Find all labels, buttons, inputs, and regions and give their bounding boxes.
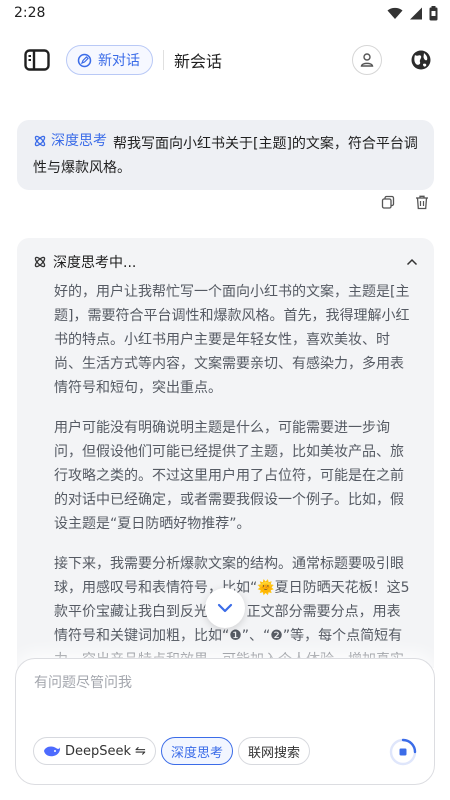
copy-icon xyxy=(381,195,395,209)
composer: DeepSeek ⇋ 深度思考 联网搜索 xyxy=(15,658,435,785)
header-divider xyxy=(163,50,164,70)
model-label: DeepSeek xyxy=(65,743,132,759)
swap-icon: ⇋ xyxy=(135,743,146,759)
thinking-header[interactable]: 深度思考中... xyxy=(17,238,434,276)
message-actions xyxy=(380,194,430,210)
thinking-paragraph: 好的，用户让我帮忙写一个面向小红书的文案，主题是[主题]，需要符合平台调性和爆款… xyxy=(54,284,410,396)
status-bar: 2:28 xyxy=(0,0,450,26)
signal-icon xyxy=(410,7,422,19)
session-title: 新会话 xyxy=(174,52,223,71)
scroll-to-bottom-button[interactable] xyxy=(205,588,245,628)
collapse-button[interactable] xyxy=(404,254,420,270)
model-selector-button[interactable]: DeepSeek ⇋ xyxy=(33,737,156,765)
copy-button[interactable] xyxy=(380,194,396,210)
deep-think-tag-label: 深度思考 xyxy=(51,133,107,149)
chevron-up-icon xyxy=(406,258,418,266)
new-chat-button[interactable]: 新对话 xyxy=(66,45,153,75)
sidebar-toggle-button[interactable] xyxy=(22,45,52,75)
atom-icon xyxy=(34,135,46,147)
status-time: 2:28 xyxy=(14,5,46,21)
web-search-toggle[interactable]: 联网搜索 xyxy=(237,737,310,765)
deep-think-label: 深度思考 xyxy=(170,745,223,761)
chevron-down-icon xyxy=(217,603,233,613)
top-bar: 新对话 新会话 xyxy=(0,38,450,82)
delete-button[interactable] xyxy=(414,194,430,210)
deep-think-toggle[interactable]: 深度思考 xyxy=(160,737,233,765)
battery-icon xyxy=(429,5,438,20)
composer-tools: DeepSeek ⇋ 深度思考 联网搜索 xyxy=(33,737,310,765)
trash-icon xyxy=(416,195,428,209)
wifi-icon xyxy=(387,7,403,19)
user-icon xyxy=(360,53,374,67)
stop-spinner-icon xyxy=(389,738,417,766)
profile-button[interactable] xyxy=(352,45,382,75)
new-chat-label: 新对话 xyxy=(98,53,140,69)
user-message-bubble: 深度思考 帮我写面向小红书关于[主题]的文案，符合平台调性与爆款风格。 xyxy=(17,120,434,190)
thinking-paragraph: 用户可能没有明确说明主题是什么，可能需要进一步询问，但假设他们可能已经提供了主题… xyxy=(54,420,404,532)
deep-think-tag: 深度思考 xyxy=(33,129,107,153)
deepseek-whale-icon xyxy=(44,746,61,757)
language-button[interactable] xyxy=(408,47,434,73)
message-input[interactable] xyxy=(34,675,414,691)
globe-icon xyxy=(411,50,431,70)
sidebar-icon xyxy=(24,49,50,71)
atom-icon xyxy=(34,256,46,268)
status-icons xyxy=(387,5,438,21)
web-search-label: 联网搜索 xyxy=(247,745,300,761)
new-chat-icon xyxy=(77,53,92,67)
thinking-header-label: 深度思考中... xyxy=(53,255,137,271)
stop-generation-button[interactable] xyxy=(388,737,418,767)
